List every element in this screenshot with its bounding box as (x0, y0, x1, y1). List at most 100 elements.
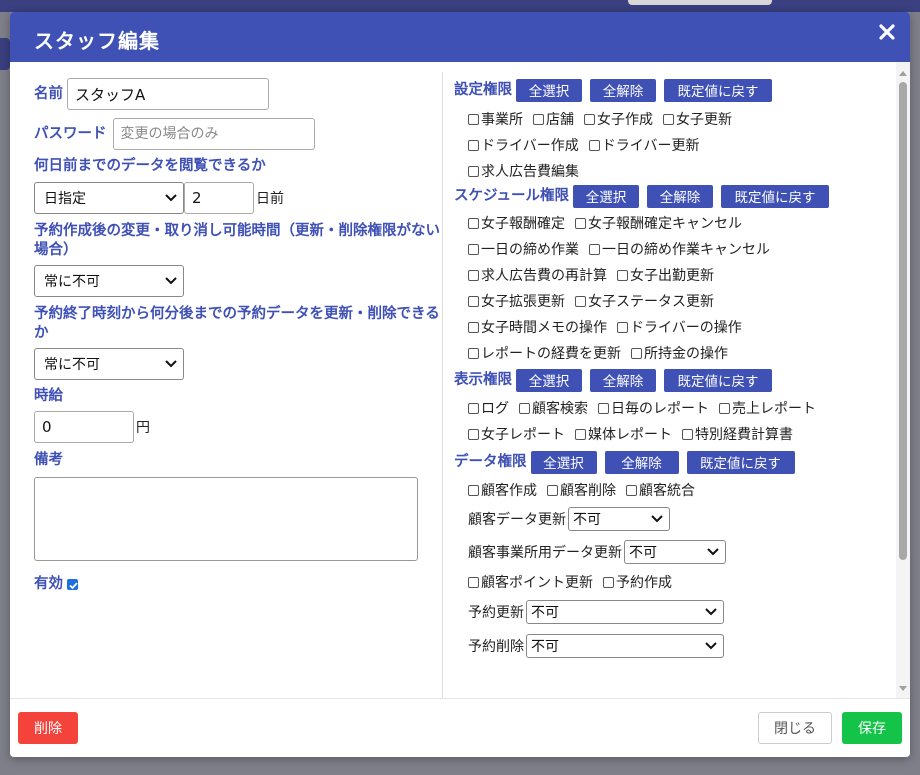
settings-select-all-button[interactable]: 全選択 (516, 78, 582, 102)
data-permission-label: 顧客作成 (481, 483, 537, 499)
data-permission-item[interactable]: 顧客統合 (626, 480, 695, 500)
display-reset-button[interactable]: 既定値に戻す (664, 368, 772, 392)
settings-permission-checkbox[interactable] (468, 165, 479, 177)
display-clear-all-button[interactable]: 全解除 (590, 368, 656, 392)
schedule-permission-item[interactable]: 女子報酬確定 (468, 213, 565, 233)
schedule-permission-item[interactable]: 女子ステータス更新 (575, 291, 714, 311)
schedule-permission-checkbox[interactable] (617, 321, 628, 333)
settings-permission-item[interactable]: 事業所 (468, 109, 523, 129)
schedule-permission-item[interactable]: 所持金の操作 (631, 343, 728, 363)
schedule-permission-checkbox[interactable] (631, 347, 642, 359)
data-permission-checkbox[interactable] (603, 576, 614, 588)
data-clear-all-button[interactable]: 全解除 (604, 450, 679, 474)
settings-clear-all-button[interactable]: 全解除 (590, 78, 656, 102)
settings-permission-item[interactable]: 女子作成 (584, 109, 653, 129)
data-permission-item[interactable]: 顧客ポイント更新 (468, 572, 593, 592)
scroll-up-icon[interactable] (899, 70, 907, 76)
display-permission-checkbox[interactable] (575, 428, 586, 440)
display-permission-item[interactable]: 女子レポート (468, 424, 565, 444)
view-days-input[interactable] (184, 182, 254, 214)
data-reset-button[interactable]: 既定値に戻す (686, 450, 795, 474)
schedule-permission-checkbox[interactable] (468, 217, 479, 229)
schedule-permission-item[interactable]: レポートの経費を更新 (468, 343, 621, 363)
display-permission-item[interactable]: ログ (468, 398, 509, 418)
schedule-permission-item[interactable]: 女子報酬確定キャンセル (575, 213, 742, 233)
schedule-permission-item[interactable]: 女子出勤更新 (617, 265, 714, 285)
settings-permission-checkbox[interactable] (584, 113, 595, 125)
settings-permission-checkbox[interactable] (468, 113, 479, 125)
schedule-permission-item[interactable]: ドライバーの操作 (617, 317, 742, 337)
office-update-select[interactable]: 不可 (624, 540, 726, 564)
display-permission-item[interactable]: 売上レポート (719, 398, 816, 418)
reservation-update-select[interactable]: 不可 (526, 600, 724, 624)
display-select-all-button[interactable]: 全選択 (516, 368, 582, 392)
data-select-all-button[interactable]: 全選択 (530, 450, 597, 474)
settings-permission-checkbox[interactable] (663, 113, 674, 125)
schedule-permission-item[interactable]: 女子拡張更新 (468, 291, 565, 311)
settings-permission-item[interactable]: 店舗 (533, 109, 574, 129)
modal-scrollbar[interactable] (896, 62, 910, 698)
hourly-input[interactable] (34, 411, 134, 443)
close-button[interactable]: 閉じる (758, 712, 832, 744)
note-textarea[interactable] (34, 477, 418, 561)
display-permission-item[interactable]: 日毎のレポート (598, 398, 709, 418)
password-input[interactable] (112, 118, 315, 150)
display-permission-checkbox[interactable] (468, 428, 479, 440)
data-permission-item[interactable]: 顧客作成 (468, 480, 537, 500)
settings-permission-label: 女子更新 (676, 112, 732, 128)
schedule-permission-checkbox[interactable] (617, 269, 628, 281)
settings-permission-checkbox[interactable] (468, 139, 479, 151)
schedule-select-all-button[interactable]: 全選択 (572, 184, 639, 208)
schedule-permission-checkbox[interactable] (468, 321, 479, 333)
active-checkbox[interactable] (67, 579, 78, 590)
schedule-permission-item[interactable]: 一日の締め作業 (468, 239, 579, 259)
schedule-permission-checkbox[interactable] (468, 243, 479, 255)
data-checkbox-row: 顧客ポイント更新 予約作成 (454, 569, 894, 595)
settings-permission-item[interactable]: 女子更新 (663, 109, 732, 129)
schedule-permission-item[interactable]: 求人広告費の再計算 (468, 265, 607, 285)
scroll-thumb[interactable] (899, 82, 907, 560)
schedule-clear-all-button[interactable]: 全解除 (646, 184, 713, 208)
update-after-end-select[interactable]: 常に不可 (34, 348, 184, 380)
settings-reset-button[interactable]: 既定値に戻す (664, 78, 772, 102)
display-permission-item[interactable]: 顧客検索 (519, 398, 588, 418)
schedule-reset-button[interactable]: 既定値に戻す (720, 184, 829, 208)
schedule-permission-checkbox[interactable] (575, 217, 586, 229)
customer-update-select[interactable]: 不可 (568, 507, 670, 531)
display-permission-item[interactable]: 媒体レポート (575, 424, 672, 444)
data-permission-item[interactable]: 予約作成 (603, 572, 672, 592)
display-permission-item[interactable]: 特別経費計算書 (682, 424, 793, 444)
display-permission-checkbox[interactable] (682, 428, 693, 440)
view-days-mode-select[interactable]: 日指定 (34, 182, 184, 214)
settings-permission-item[interactable]: ドライバー更新 (588, 135, 699, 155)
settings-permission-item[interactable]: ドライバー作成 (468, 135, 579, 155)
change-after-select[interactable]: 常に不可 (34, 265, 184, 297)
settings-permission-checkbox[interactable] (588, 139, 600, 151)
schedule-permission-item[interactable]: 女子時間メモの操作 (468, 317, 607, 337)
display-permission-checkbox[interactable] (519, 402, 530, 414)
settings-permission-item[interactable]: 求人広告費編集 (468, 161, 579, 181)
display-permission-checkbox[interactable] (468, 402, 479, 414)
reservation-update-value: 不可 (531, 605, 559, 621)
schedule-permission-checkbox[interactable] (468, 347, 479, 359)
scroll-down-icon[interactable] (899, 686, 907, 692)
data-permission-item[interactable]: 顧客削除 (547, 480, 616, 500)
close-icon[interactable] (876, 21, 898, 43)
data-permission-label: 顧客統合 (639, 483, 695, 499)
schedule-permission-checkbox[interactable] (589, 243, 600, 255)
schedule-permission-checkbox[interactable] (468, 295, 479, 307)
display-permission-checkbox[interactable] (598, 402, 609, 414)
display-permission-checkbox[interactable] (719, 402, 730, 414)
data-permission-checkbox[interactable] (626, 484, 637, 496)
schedule-permission-item[interactable]: 一日の締め作業キャンセル (589, 239, 770, 259)
data-permission-checkbox[interactable] (468, 484, 479, 496)
data-permission-checkbox[interactable] (547, 484, 558, 496)
save-button[interactable]: 保存 (842, 712, 902, 744)
schedule-permission-checkbox[interactable] (468, 269, 479, 281)
settings-permission-checkbox[interactable] (533, 113, 544, 125)
schedule-permission-checkbox[interactable] (575, 295, 586, 307)
data-permission-checkbox[interactable] (468, 576, 479, 588)
name-input[interactable] (67, 78, 269, 110)
reservation-delete-select[interactable]: 不可 (526, 634, 724, 658)
delete-button[interactable]: 削除 (18, 712, 78, 744)
